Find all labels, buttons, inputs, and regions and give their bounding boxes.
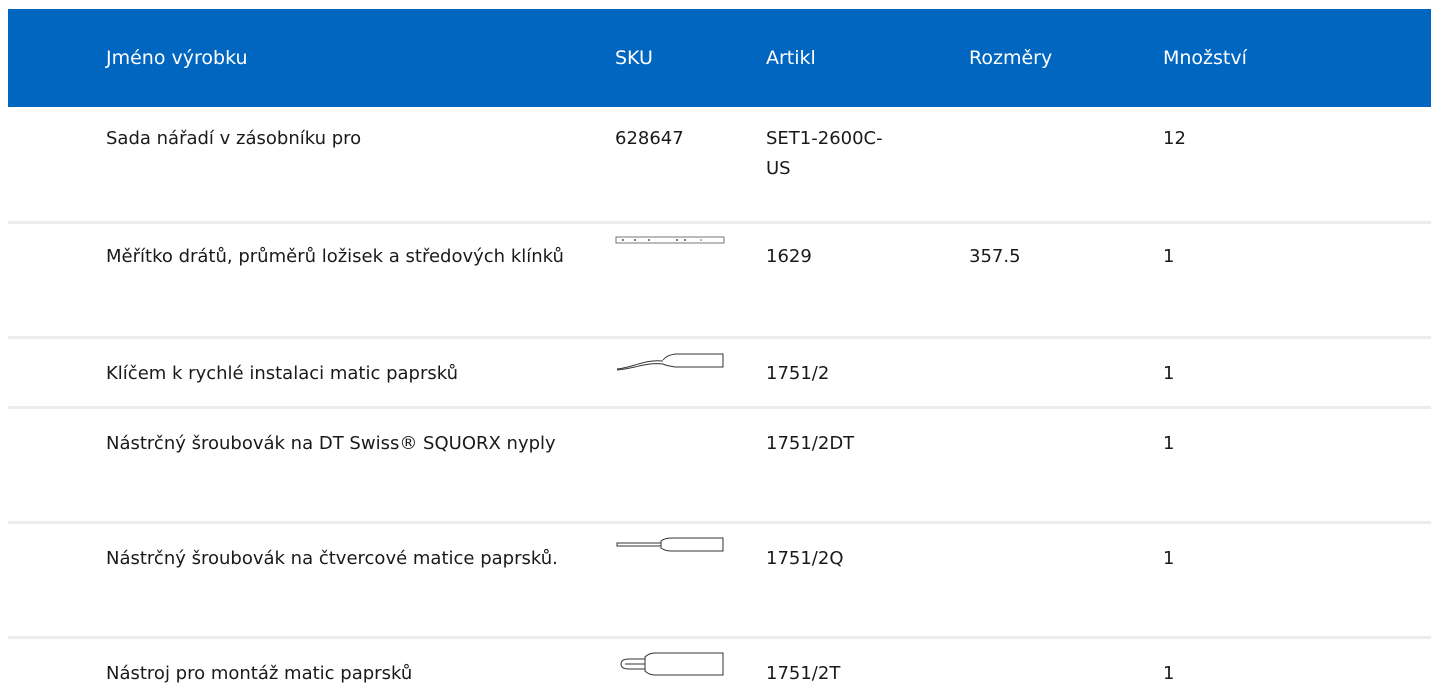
product-dimensions xyxy=(969,337,1163,409)
product-name: Nástrčný šroubovák na DT Swiss® SQUORX n… xyxy=(8,407,615,524)
column-header-quantity: Množství xyxy=(1163,47,1247,69)
screwdriver-icon xyxy=(616,537,724,551)
table-row: Nástrčný šroubovák na čtvercové matice p… xyxy=(8,522,1431,639)
product-quantity: 1 xyxy=(1163,662,1175,684)
column-header-article: Artikl xyxy=(766,47,816,69)
product-sku xyxy=(615,522,766,639)
table-body: Sada nářadí v zásobníku pro 628647 SET1-… xyxy=(8,107,1431,693)
ruler-icon xyxy=(615,236,725,243)
product-sku xyxy=(615,337,766,409)
product-article: 1751/2Q xyxy=(766,522,969,639)
table-row: Nástrčný šroubovák na DT Swiss® SQUORX n… xyxy=(8,407,1431,524)
column-header-name: Jméno výrobku xyxy=(106,47,248,69)
product-article: 1629 xyxy=(766,222,969,339)
product-sku xyxy=(615,407,766,524)
product-dimensions: 357.5 xyxy=(969,222,1163,339)
product-sku xyxy=(615,222,766,339)
product-article: SET1-2600C-US xyxy=(766,107,969,224)
product-quantity: 1 xyxy=(1163,522,1431,639)
table-row: Sada nářadí v zásobníku pro 628647 SET1-… xyxy=(8,107,1431,224)
product-article: 1751/2T xyxy=(766,662,841,684)
column-header-sku: SKU xyxy=(615,47,653,69)
product-quantity: 1 xyxy=(1163,222,1431,339)
product-name: Nástroj pro montáž matic paprsků xyxy=(106,662,413,684)
product-table: Jméno výrobku SKU Artikl Rozměry Množstv… xyxy=(8,9,1431,693)
product-quantity: 12 xyxy=(1163,107,1431,224)
table-row: Měřítko drátů, průměrů ložisek a středov… xyxy=(8,222,1431,339)
product-dimensions xyxy=(969,107,1163,224)
product-quantity: 1 xyxy=(1163,337,1431,409)
product-name: Měřítko drátů, průměrů ložisek a středov… xyxy=(8,222,615,339)
table-row: Nástroj pro montáž matic paprsků 1751/2T… xyxy=(8,637,1431,693)
product-article: 1751/2 xyxy=(766,337,969,409)
table-header: Jméno výrobku SKU Artikl Rozměry Množstv… xyxy=(8,9,1431,107)
article-text: SET1-2600C-US xyxy=(766,128,883,179)
product-quantity: 1 xyxy=(1163,407,1431,524)
nipple-tool-icon xyxy=(620,652,724,675)
table-header-row: Jméno výrobku SKU Artikl Rozměry Množstv… xyxy=(8,9,1431,107)
product-sku: 628647 xyxy=(615,107,766,224)
table-row: Klíčem k rychlé instalaci matic paprsků … xyxy=(8,337,1431,409)
product-name: Sada nářadí v zásobníku pro xyxy=(8,107,615,224)
product-dimensions xyxy=(969,637,1163,693)
column-header-dimensions: Rozměry xyxy=(969,47,1053,69)
product-table-container: Jméno výrobku SKU Artikl Rozměry Množstv… xyxy=(0,0,1431,693)
product-sku xyxy=(615,637,766,693)
product-dimensions xyxy=(969,522,1163,639)
bent-screwdriver-icon xyxy=(616,353,724,370)
product-article: 1751/2DT xyxy=(766,407,969,524)
product-name: Nástrčný šroubovák na čtvercové matice p… xyxy=(8,522,615,639)
product-name: Klíčem k rychlé instalaci matic paprsků xyxy=(8,337,615,409)
product-dimensions xyxy=(969,407,1163,524)
